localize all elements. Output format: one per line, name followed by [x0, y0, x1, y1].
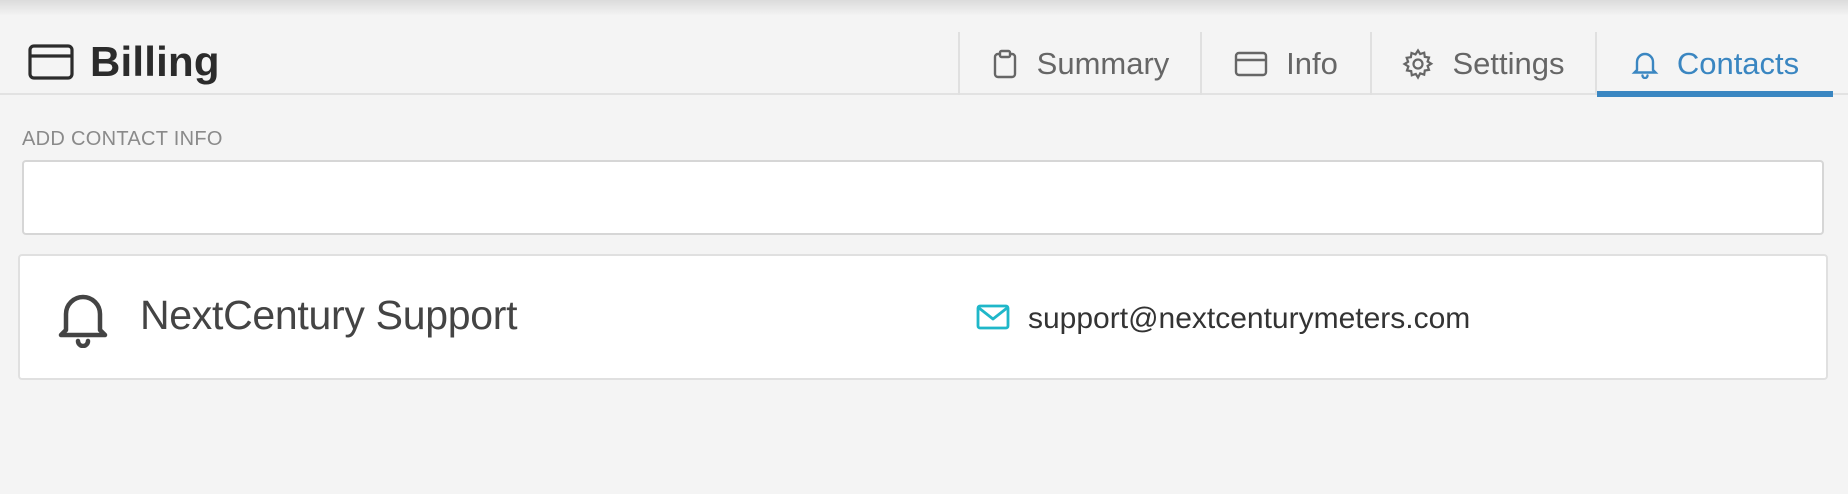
tab-summary[interactable]: Summary — [958, 32, 1200, 95]
credit-card-icon — [28, 44, 74, 80]
clipboard-icon — [993, 49, 1016, 78]
gear-icon — [1402, 47, 1434, 80]
bell-icon — [1631, 52, 1659, 79]
credit-card-icon — [1234, 51, 1268, 76]
tab-summary-label: Summary — [1036, 45, 1170, 81]
contact-email[interactable]: support@nextcenturymeters.com — [1028, 302, 1470, 336]
page-title-text: Billing — [90, 38, 220, 85]
page-header: Billing Summary Info Settings Contacts — [0, 0, 1848, 97]
tab-settings[interactable]: Settings — [1370, 32, 1595, 95]
contact-name: NextCentury Support — [140, 292, 518, 338]
add-contact-input[interactable] — [22, 160, 1824, 235]
tab-info-label: Info — [1286, 45, 1338, 81]
tab-contacts[interactable]: Contacts — [1595, 32, 1833, 97]
tab-bar: Summary Info Settings Contacts — [958, 32, 1833, 97]
tab-settings-label: Settings — [1452, 45, 1565, 81]
contact-card: NextCentury Support support@nextcenturym… — [18, 254, 1828, 380]
page-title: Billing — [28, 36, 220, 88]
envelope-icon — [976, 304, 1010, 330]
add-contact-label: ADD CONTACT INFO — [22, 128, 223, 150]
tab-contacts-label: Contacts — [1676, 45, 1800, 81]
bell-icon — [58, 294, 108, 348]
tab-info[interactable]: Info — [1200, 32, 1370, 95]
